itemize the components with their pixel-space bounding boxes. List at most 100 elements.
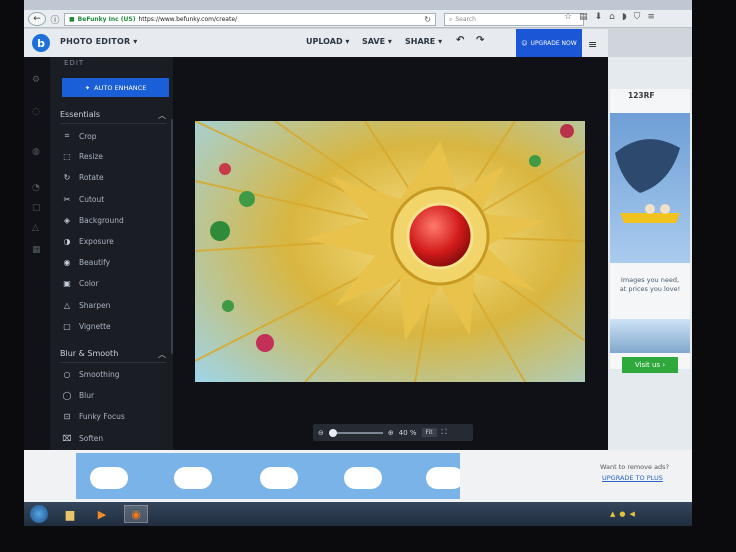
divider <box>60 362 166 363</box>
remove-ads-question: Want to remove ads? <box>600 463 670 471</box>
reload-icon[interactable]: ↻ <box>424 15 431 24</box>
tool-blur[interactable]: ◯ Blur <box>62 391 95 401</box>
firefox-icon[interactable]: ◉ <box>124 505 148 523</box>
url-text: https://www.befunky.com/create/ <box>138 16 238 23</box>
browser-menu-icon[interactable]: ≡ <box>647 12 655 22</box>
browser-tab-strip <box>24 0 692 10</box>
home-icon[interactable]: ⌂ <box>609 12 615 22</box>
smoothing-icon: ○ <box>63 370 71 379</box>
tray-volume-icon[interactable]: ◀ <box>630 510 635 518</box>
hamburger-menu-icon[interactable]: ≡ <box>588 38 597 51</box>
tool-label: Soften <box>79 433 104 443</box>
chevron-up-icon: ︿ <box>158 111 166 120</box>
back-button[interactable]: ← <box>28 12 46 26</box>
tool-vignette[interactable]: ▢ Vignette <box>62 322 110 331</box>
bookmark-star-icon[interactable]: ☆ <box>564 12 572 22</box>
explorer-icon[interactable]: ▆ <box>58 505 82 523</box>
tool-label: Funky Focus <box>79 412 125 422</box>
redo-icon[interactable]: ↷ <box>476 35 484 46</box>
search-icon: ⌕ <box>449 15 453 23</box>
download-icon[interactable]: ⬇ <box>595 12 603 22</box>
visit-us-button[interactable]: Visit us › <box>622 357 678 373</box>
app-title[interactable]: PHOTO EDITOR ▾ <box>60 37 138 46</box>
tool-label: Smoothing <box>79 370 120 379</box>
tool-funky-focus[interactable]: ⊡ Funky Focus <box>62 412 125 421</box>
ad-tile[interactable]: 123RF Images you need, at prices you lov… <box>610 89 690 373</box>
save-menu[interactable]: SAVE ▾ <box>362 37 392 46</box>
effects-icon[interactable]: ◌ <box>32 107 42 117</box>
color-icon: ▣ <box>63 279 71 289</box>
tool-label: Rotate <box>79 173 104 183</box>
text-icon[interactable]: ▦ <box>32 245 42 255</box>
befunky-logo[interactable]: b <box>32 34 50 52</box>
photo-canvas[interactable]: ⊖ ⊕ 40 % Fit ⛶ <box>173 57 608 450</box>
tray-flag-icon[interactable]: ▲ <box>610 510 615 518</box>
back-arrow-icon: ← <box>33 14 41 24</box>
magic-wand-icon: ✦ <box>84 83 91 92</box>
tool-crop[interactable]: ⌗ Crop <box>62 131 97 141</box>
tool-smoothing[interactable]: ○ Smoothing <box>62 370 120 379</box>
browser-toolbar: ☆ ▤ ⬇ ⌂ ◗ ⛉ ≡ <box>564 12 655 22</box>
tool-cutout[interactable]: ✂ Cutout <box>62 194 105 204</box>
info-icon[interactable]: ⓘ <box>50 12 60 26</box>
tray-network-icon[interactable]: ● <box>619 510 625 518</box>
zoom-in-icon[interactable]: ⊕ <box>388 429 394 437</box>
right-advertisement: 123RF Images you need, at prices you lov… <box>608 57 692 450</box>
edit-label: EDIT <box>64 59 85 67</box>
photo[interactable] <box>195 121 585 382</box>
tool-label: Blur <box>79 391 95 401</box>
search-placeholder: Search <box>455 16 476 23</box>
ad-image <box>610 113 690 263</box>
browser-nav-bar: ← ⓘ ■ BeFunky Inc (US) https://www.befun… <box>24 10 692 28</box>
lock-icon: ■ <box>69 16 75 23</box>
tool-soften[interactable]: ⌧ Soften <box>62 434 103 443</box>
fit-button[interactable]: Fit <box>421 428 437 437</box>
cloud-shape <box>174 467 212 489</box>
cloud-shape <box>90 467 128 489</box>
tool-label: Beautify <box>79 258 111 268</box>
search-input[interactable]: ⌕ Search <box>444 13 584 26</box>
address-bar[interactable]: ■ BeFunky Inc (US) https://www.befunky.c… <box>64 13 436 26</box>
shield-icon[interactable]: ⛉ <box>634 12 641 22</box>
tool-resize[interactable]: ⬚ Resize <box>62 152 103 161</box>
upgrade-now-button[interactable]: ☺ UPGRADE NOW <box>516 29 582 57</box>
essentials-header[interactable]: Essentials ︿ <box>60 110 166 121</box>
edit-panel: EDIT ✦ AUTO ENHANCE Essentials ︿ ⌗ Crop ⬚ R… <box>50 57 173 450</box>
fullscreen-icon[interactable]: ⛶ <box>442 428 447 437</box>
editor-area: ⚙ ◌ ◍ ◔ ▢ △ ▦ EDIT ✦ AUTO ENHANCE Essent… <box>24 57 608 450</box>
rotate-icon: ↻ <box>63 173 71 183</box>
chevron-up-icon: ︿ <box>158 350 166 359</box>
graphics-icon[interactable]: △ <box>32 223 42 233</box>
media-player-icon[interactable]: ▶ <box>90 505 114 523</box>
zoom-slider[interactable] <box>328 428 383 437</box>
exposure-icon: ◑ <box>63 237 71 246</box>
frames-icon[interactable]: ▢ <box>32 203 42 213</box>
pocket-icon[interactable]: ◗ <box>622 12 627 22</box>
scissors-icon: ✂ <box>63 194 71 204</box>
zoom-out-icon[interactable]: ⊖ <box>318 429 324 437</box>
auto-enhance-button[interactable]: ✦ AUTO ENHANCE <box>62 78 169 97</box>
system-tray: ▲ ● ◀ <box>610 510 635 518</box>
blur-icon: ◯ <box>62 391 72 401</box>
tool-background[interactable]: ◈ Background <box>62 216 124 225</box>
touch-up-icon[interactable]: ◔ <box>32 183 42 193</box>
tool-beautify[interactable]: ◉ Beautify <box>62 258 111 268</box>
blur-smooth-header[interactable]: Blur & Smooth ︿ <box>60 349 166 360</box>
start-button[interactable] <box>30 505 48 523</box>
tool-color[interactable]: ▣ Color <box>62 279 98 289</box>
edit-tool-icon[interactable]: ⚙ <box>32 75 42 85</box>
share-menu[interactable]: SHARE ▾ <box>405 37 442 46</box>
tool-rotate[interactable]: ↻ Rotate <box>62 173 104 182</box>
whale-plane-illustration <box>615 139 680 223</box>
undo-icon[interactable]: ↶ <box>456 35 464 46</box>
zoom-slider-knob[interactable] <box>328 428 337 437</box>
focus-icon: ⊡ <box>63 412 71 422</box>
reading-list-icon[interactable]: ▤ <box>579 12 588 22</box>
screen: ← ⓘ ■ BeFunky Inc (US) https://www.befun… <box>24 0 692 526</box>
upload-menu[interactable]: UPLOAD ▾ <box>306 37 349 46</box>
upgrade-to-plus-link[interactable]: UPGRADE TO PLUS <box>602 474 663 482</box>
ad-banner[interactable] <box>76 453 460 499</box>
artsy-icon[interactable]: ◍ <box>32 147 42 157</box>
tool-sharpen[interactable]: △ Sharpen <box>62 301 110 310</box>
tool-exposure[interactable]: ◑ Exposure <box>62 237 114 246</box>
